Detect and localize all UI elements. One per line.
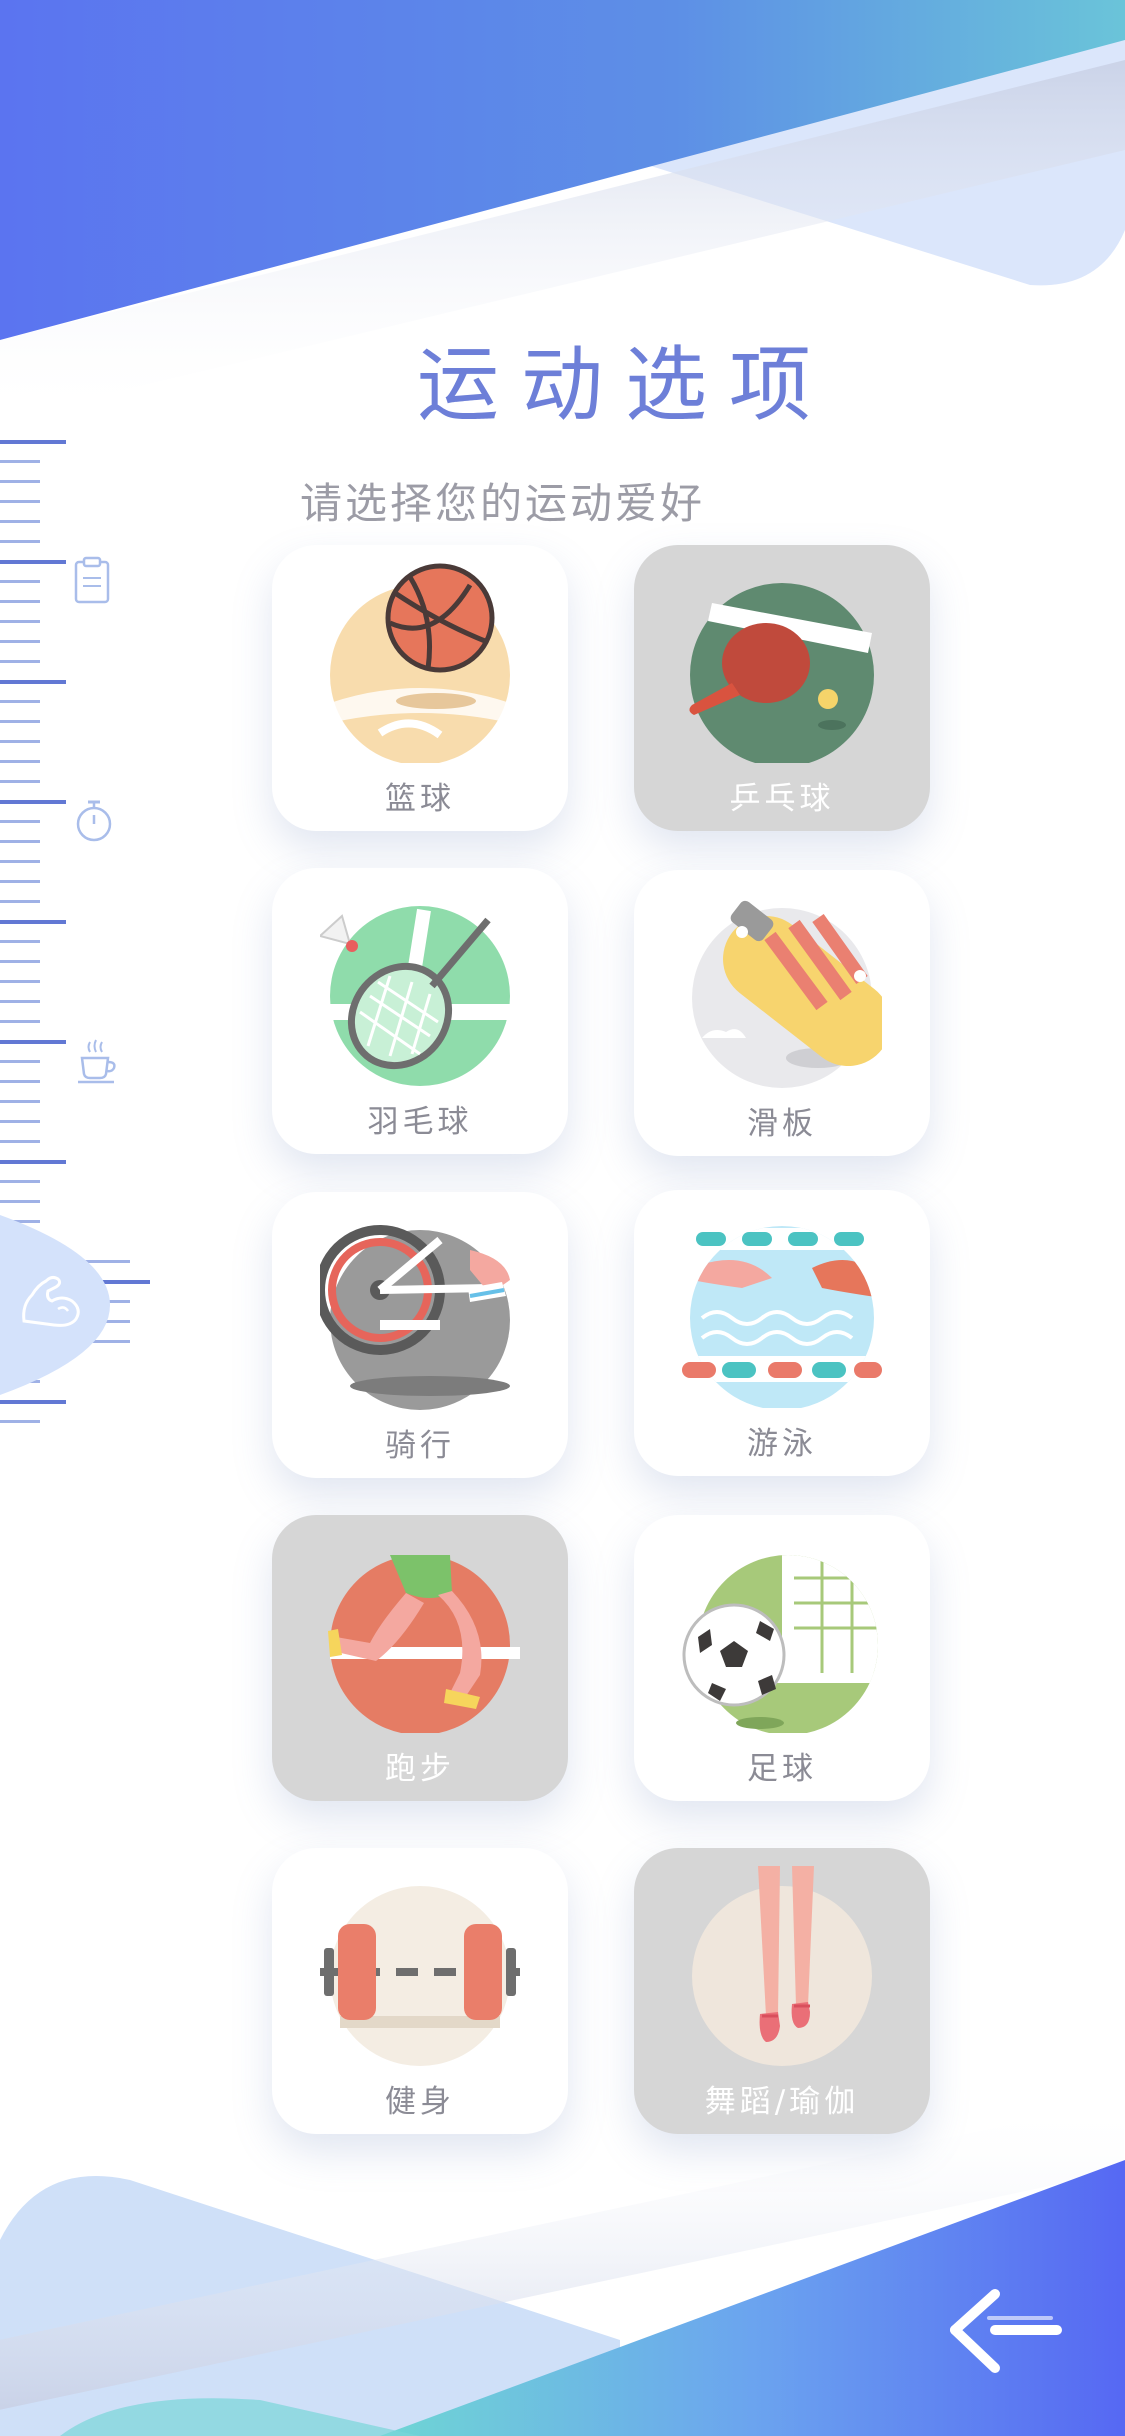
ruler-major-tick	[0, 560, 66, 564]
sport-label: 骑行	[385, 1428, 455, 1464]
ruler-tick	[0, 1200, 40, 1203]
ruler-tick	[0, 600, 40, 603]
ruler-major-tick	[0, 1400, 66, 1404]
ruler-tick	[0, 940, 40, 943]
ruler-tick	[0, 1180, 40, 1183]
sport-label: 健身	[385, 2084, 455, 2120]
ruler-tick	[0, 580, 40, 583]
nav-item-fitness[interactable]	[18, 1265, 88, 1335]
sport-label: 舞蹈/瑜伽	[704, 2084, 860, 2120]
ruler-major-tick	[0, 800, 66, 804]
ruler-tick	[0, 1020, 40, 1023]
sport-card-badminton[interactable]: 羽毛球	[272, 868, 568, 1154]
ruler-tick	[0, 500, 40, 503]
ruler-tick	[0, 1060, 40, 1063]
sport-label: 羽毛球	[367, 1104, 473, 1140]
ruler-tick	[0, 740, 40, 743]
ruler-tick	[0, 1100, 40, 1103]
sport-label: 跑步	[385, 1751, 455, 1787]
sport-label: 乒乓球	[729, 781, 835, 817]
ruler-tick	[0, 480, 40, 483]
ruler-tick	[0, 780, 40, 783]
running-icon	[328, 1555, 520, 1733]
ruler-tick	[0, 860, 40, 863]
ruler-tick	[0, 640, 40, 643]
ruler-tick	[0, 660, 40, 663]
sport-card-running[interactable]: 跑步	[272, 1515, 568, 1801]
ruler-tick	[0, 900, 40, 903]
notepad-icon	[74, 556, 110, 604]
sport-label: 滑板	[747, 1106, 817, 1142]
sport-label: 篮球	[385, 781, 455, 817]
coffee-cup-icon	[78, 1039, 116, 1084]
sport-card-cycling[interactable]: 骑行	[272, 1192, 568, 1478]
ruler-major-tick	[0, 1160, 66, 1164]
ruler-tick	[0, 1080, 40, 1083]
ruler-tick	[0, 460, 40, 463]
sport-card-soccer[interactable]: 足球	[634, 1515, 930, 1801]
ruler-tick	[0, 700, 40, 703]
sport-card-basketball[interactable]: 篮球	[272, 545, 568, 831]
dumbbell-icon	[320, 1886, 520, 2066]
back-button[interactable]	[945, 2280, 1075, 2390]
ruler-tick	[0, 960, 40, 963]
ping-pong-icon	[689, 583, 874, 763]
sport-label: 游泳	[747, 1426, 817, 1462]
ruler-tick	[0, 1120, 40, 1123]
ruler-tick	[0, 620, 40, 623]
ruler-tick	[0, 760, 40, 763]
sport-card-fitness[interactable]: 健身	[272, 1848, 568, 2134]
ruler-tick	[0, 540, 40, 543]
dance-yoga-icon	[692, 1866, 872, 2066]
soccer-icon	[682, 1555, 878, 1733]
ruler-tick	[0, 1140, 40, 1143]
sport-card-ping-pong[interactable]: 乒乓球	[634, 545, 930, 831]
back-arrow-icon	[950, 2289, 1062, 2373]
ruler-tick	[0, 720, 40, 723]
nav-item-timer[interactable]	[74, 796, 114, 846]
ruler-major-tick	[0, 1040, 66, 1044]
badminton-icon	[320, 906, 510, 1086]
ruler-tick	[0, 520, 40, 523]
ruler-tick	[0, 820, 40, 823]
ruler-tick	[0, 1000, 40, 1003]
sport-card-dance-yoga[interactable]: 舞蹈/瑜伽	[634, 1848, 930, 2134]
ruler-tick	[0, 980, 40, 983]
nav-item-rest[interactable]	[74, 1036, 124, 1086]
ruler-major-tick	[0, 440, 66, 444]
ruler-major-tick	[0, 920, 66, 924]
stopwatch-icon	[76, 800, 112, 842]
ruler-tick	[0, 880, 40, 883]
ruler-tick	[0, 840, 40, 843]
ruler-major-tick	[0, 680, 66, 684]
page-title: 运动选项	[416, 338, 833, 433]
nav-item-notes[interactable]	[72, 556, 112, 606]
basketball-icon	[330, 563, 510, 763]
cycling-icon	[320, 1225, 510, 1410]
ruler-tick	[0, 1420, 40, 1423]
skateboard-icon	[692, 900, 882, 1088]
sport-label: 足球	[747, 1751, 817, 1787]
page-subtitle: 请选择您的运动爱好	[300, 479, 706, 528]
sport-card-swimming[interactable]: 游泳	[634, 1190, 930, 1476]
sport-card-skateboard[interactable]: 滑板	[634, 870, 930, 1156]
swimming-icon	[682, 1226, 882, 1408]
muscle-arm-icon	[22, 1275, 80, 1327]
